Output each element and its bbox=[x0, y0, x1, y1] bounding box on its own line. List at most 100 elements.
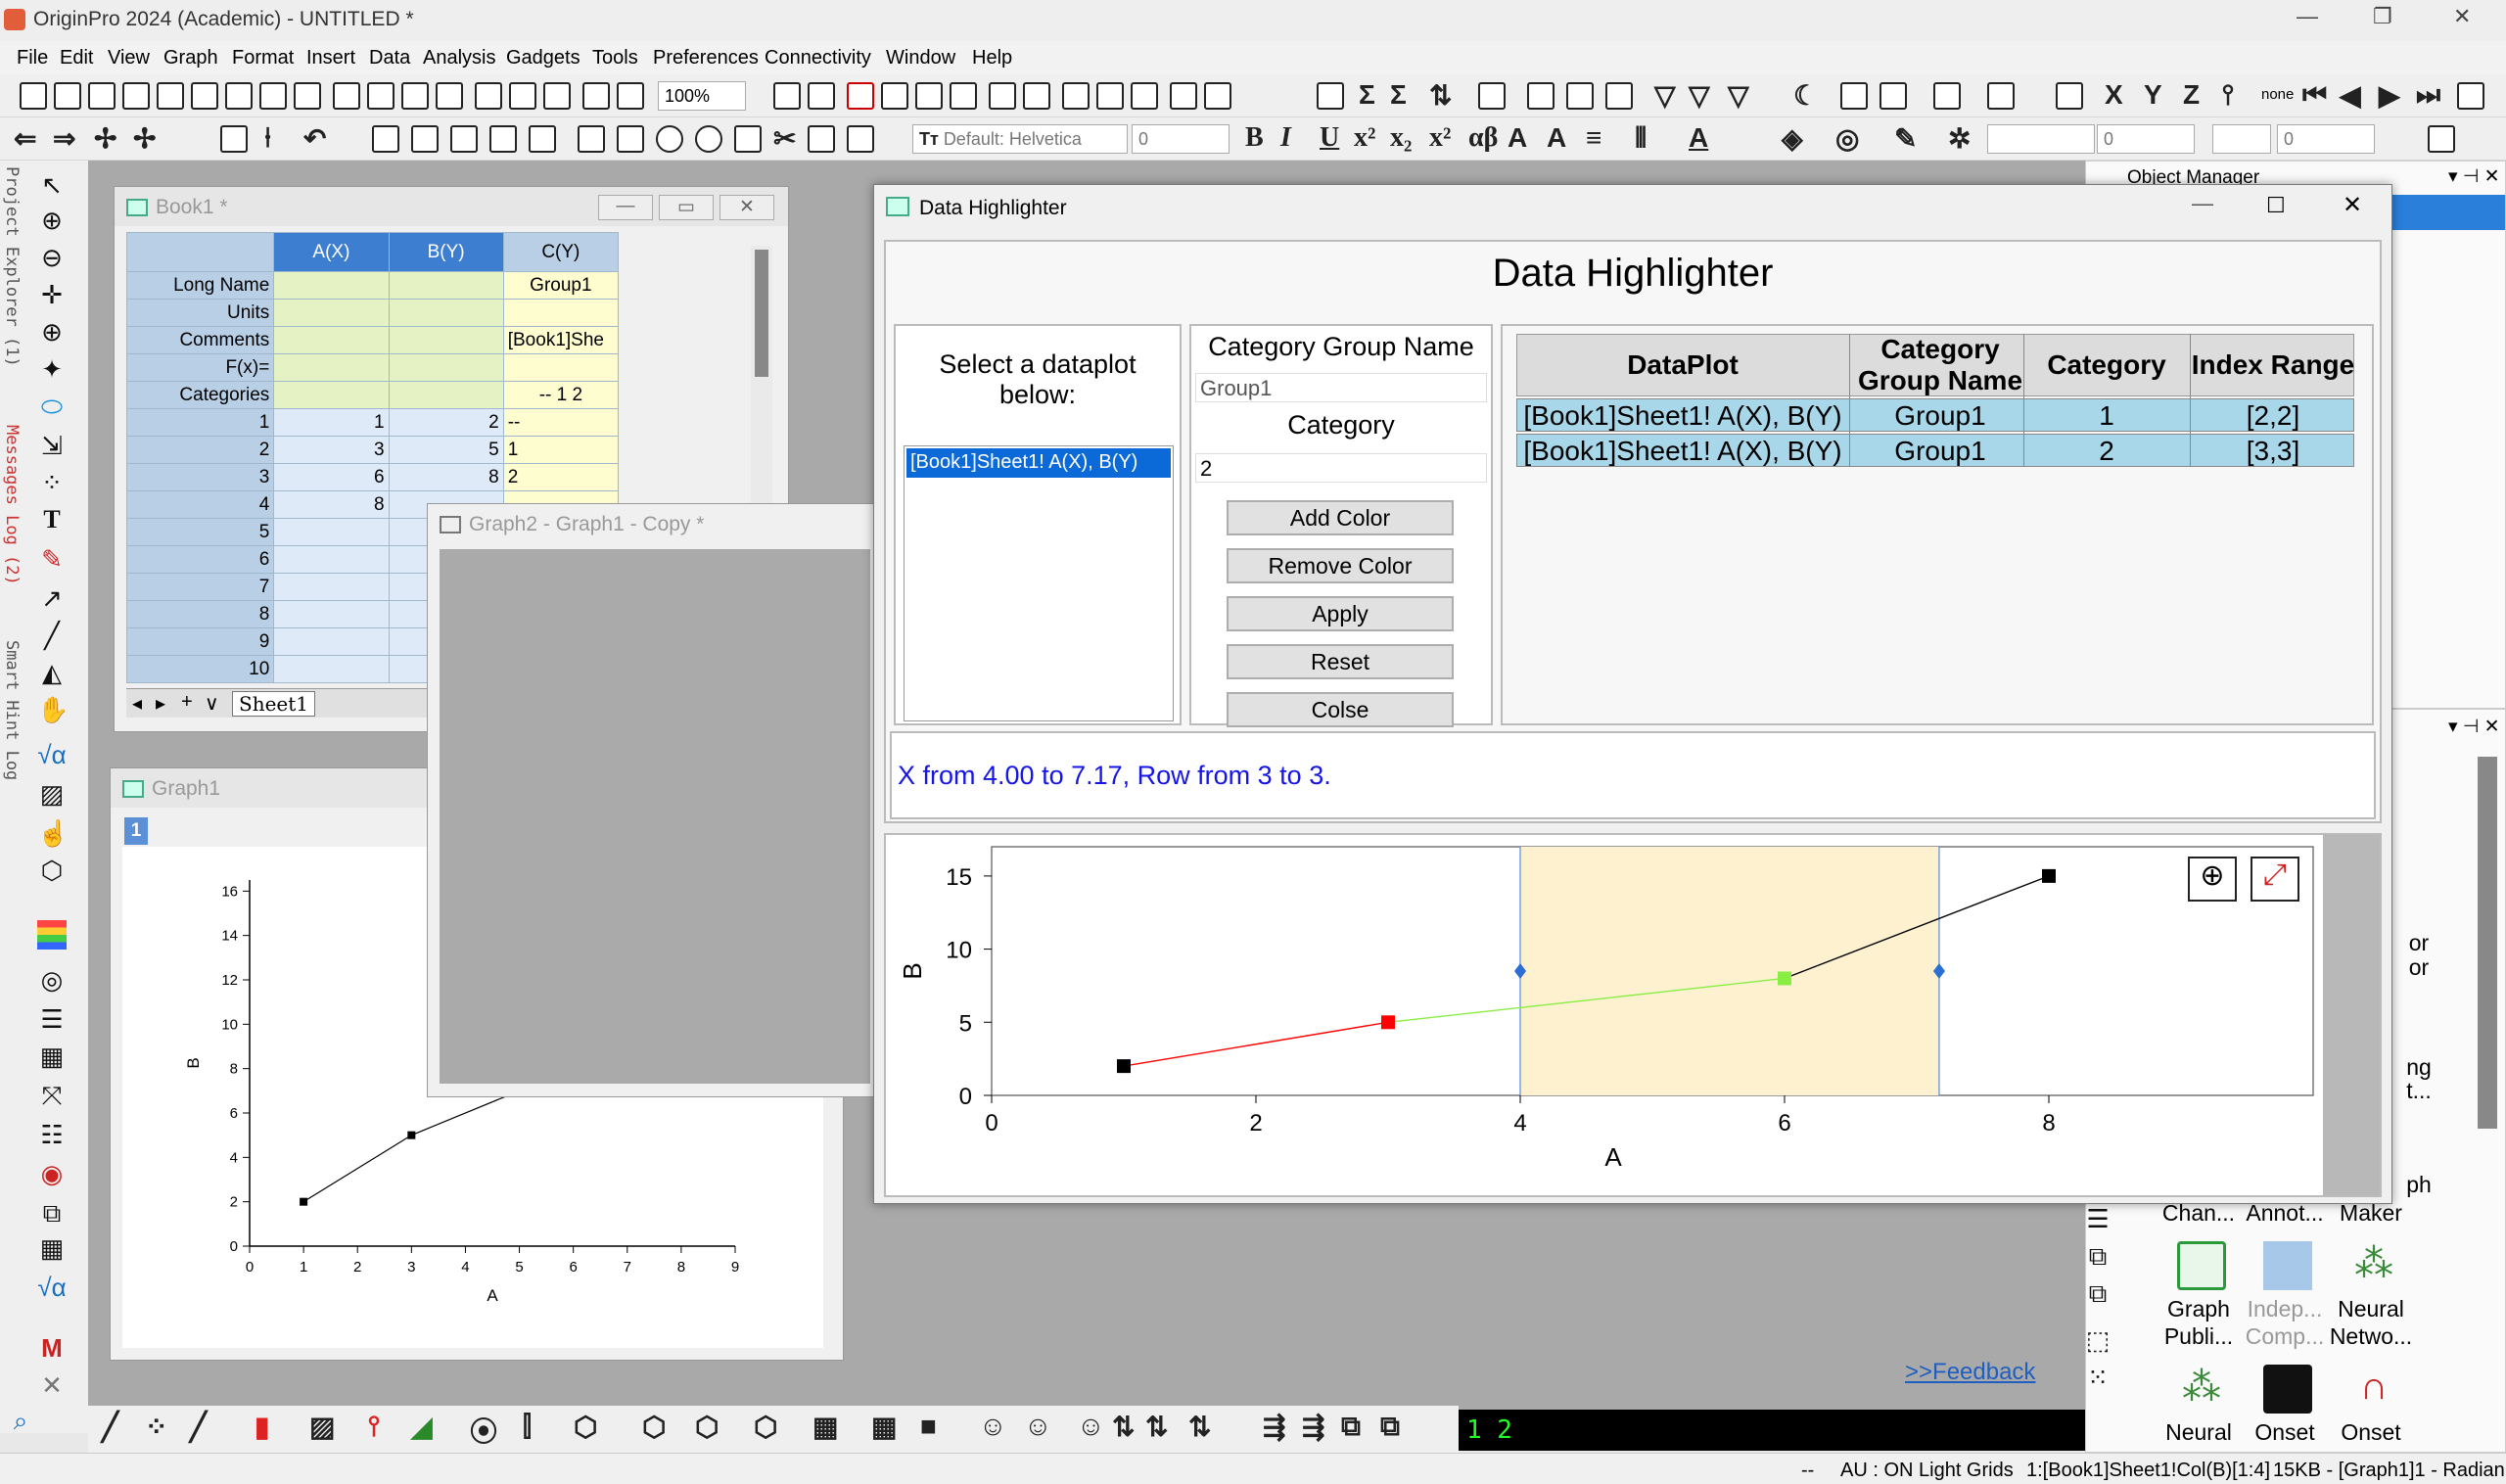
paste-icon[interactable] bbox=[847, 125, 874, 153]
search-icon[interactable]: ⌕ bbox=[6, 1406, 35, 1435]
sheet-tab-sheet1[interactable]: Sheet1 bbox=[232, 691, 316, 717]
last-page-icon[interactable]: ⏭ bbox=[2416, 79, 2440, 112]
increase-font-icon[interactable]: A bbox=[1508, 122, 1527, 154]
flow-tool-icon[interactable]: ⧉ bbox=[2083, 1241, 2112, 1271]
supsub-icon[interactable]: x² bbox=[1429, 122, 1451, 154]
layers-tool-icon[interactable]: ⧉ bbox=[37, 1198, 67, 1228]
font-select[interactable]: Tт Default: Helvetica bbox=[912, 124, 1128, 154]
image-plot-icon[interactable]: ■ bbox=[920, 1411, 937, 1442]
3d-surface-icon[interactable]: ⬡ bbox=[695, 1411, 719, 1443]
close-icon[interactable]: ✕ bbox=[2453, 4, 2471, 29]
pin-icon[interactable]: ⍿ bbox=[264, 122, 271, 155]
zoom-in-icon[interactable]: ⊕ bbox=[37, 206, 67, 235]
color-bars-icon[interactable] bbox=[37, 920, 67, 950]
first-page-icon[interactable]: ⏮ bbox=[2302, 79, 2327, 112]
comments-c[interactable]: [Book1]She bbox=[502, 326, 620, 354]
app-partial-label[interactable]: t... bbox=[2399, 1078, 2438, 1104]
longname-c[interactable]: Group1 bbox=[502, 271, 620, 300]
text-tool-icon[interactable]: T bbox=[37, 505, 67, 534]
add-sheet-icon[interactable]: + bbox=[181, 691, 193, 714]
stop-icon[interactable] bbox=[509, 82, 536, 110]
sqrt2-icon[interactable]: √α bbox=[37, 1273, 67, 1302]
app-partial-label[interactable]: or bbox=[2399, 954, 2438, 981]
layer-indicator[interactable]: 1 bbox=[124, 817, 148, 845]
dark-mode-icon[interactable]: ☾ bbox=[1793, 79, 1818, 112]
remove-color-button[interactable]: Remove Color bbox=[1227, 548, 1454, 583]
page-settings-icon[interactable] bbox=[2457, 82, 2484, 110]
print-preview-icon[interactable] bbox=[808, 82, 835, 110]
app-label[interactable]: Neural bbox=[2322, 1296, 2420, 1322]
filter-add-icon[interactable]: ▽ bbox=[1689, 79, 1710, 112]
data-reader-icon[interactable]: ⊕ bbox=[37, 317, 67, 347]
align-tool-icon[interactable]: ☰ bbox=[2083, 1204, 2112, 1233]
set-values-icon[interactable] bbox=[1478, 82, 1506, 110]
undo-icon[interactable]: ⇐ bbox=[14, 122, 36, 155]
add-row-icon[interactable] bbox=[411, 125, 439, 153]
menu-help[interactable]: Help bbox=[972, 47, 1012, 70]
bring-front-icon[interactable]: ⇶ bbox=[1263, 1411, 1285, 1443]
rescale-axes-icon[interactable]: ⤢ bbox=[2251, 857, 2299, 902]
print-icon[interactable] bbox=[773, 82, 801, 110]
cell[interactable]: -- bbox=[502, 408, 620, 437]
grid-icon[interactable] bbox=[489, 125, 517, 153]
resize-page-icon[interactable] bbox=[734, 125, 762, 153]
ungroup-icon[interactable]: ⧉ bbox=[1380, 1411, 1400, 1443]
app-label[interactable]: Indep... bbox=[2236, 1296, 2334, 1322]
onset-dark-icon[interactable] bbox=[2263, 1365, 2312, 1414]
scatter-plot-icon[interactable]: ⁘ bbox=[145, 1411, 167, 1443]
line-color-icon[interactable]: ✎ bbox=[1894, 122, 1917, 155]
copy-data-icon[interactable] bbox=[808, 125, 835, 153]
neural-network-icon[interactable]: ⁂ bbox=[2349, 1241, 2398, 1290]
save-icon[interactable] bbox=[333, 82, 360, 110]
arrange-icon[interactable] bbox=[2428, 125, 2455, 153]
greek-icon[interactable]: αβ bbox=[1468, 122, 1498, 154]
rescale-icon[interactable] bbox=[220, 125, 248, 153]
apps-scrollbar[interactable] bbox=[2478, 757, 2497, 1129]
dataplot-list[interactable]: [Book1]Sheet1! A(X), B(Y) bbox=[904, 445, 1174, 721]
book1-close-icon[interactable]: ✕ bbox=[719, 195, 774, 220]
brightness-icon[interactable]: ✲ bbox=[1948, 122, 1971, 155]
categories-c[interactable]: -- 1 2 bbox=[502, 381, 620, 409]
table-tool-icon[interactable]: ▦ bbox=[37, 1233, 67, 1263]
menu-graph[interactable]: Graph bbox=[163, 47, 218, 70]
minimize-icon[interactable]: — bbox=[2297, 4, 2318, 29]
zoom-out-icon[interactable]: ⊖ bbox=[37, 243, 67, 272]
corner-cell[interactable] bbox=[125, 232, 275, 272]
graph2-title[interactable]: Graph2 - Graph1 - Copy * bbox=[428, 504, 886, 543]
apps-pin-icon[interactable]: ▾ ⊣ ✕ bbox=[2448, 716, 2500, 738]
apps-icon[interactable] bbox=[1204, 82, 1231, 110]
bar-chart-icon[interactable] bbox=[1527, 82, 1555, 110]
cell[interactable]: 2 bbox=[502, 463, 620, 491]
prev-page-icon[interactable]: ◀ bbox=[2340, 79, 2361, 112]
none-label[interactable]: none bbox=[2261, 86, 2294, 103]
book1-minimize-icon[interactable]: — bbox=[598, 195, 653, 220]
font-color-icon[interactable]: A bbox=[1689, 122, 1708, 154]
sheet-prev-icon[interactable]: ◂ bbox=[132, 691, 142, 716]
menu-file[interactable]: File bbox=[17, 47, 48, 70]
dots-tool-icon[interactable]: ⁙ bbox=[2083, 1363, 2112, 1392]
rotate-icon[interactable]: ↶ bbox=[303, 122, 326, 155]
underline-icon[interactable]: U bbox=[1320, 122, 1339, 154]
zoom-select[interactable]: 100% bbox=[658, 81, 746, 111]
symbol-select[interactable] bbox=[2212, 124, 2271, 154]
graph-browser-icon[interactable] bbox=[1023, 82, 1050, 110]
menu-insert[interactable]: Insert bbox=[306, 47, 355, 70]
command-window-icon[interactable] bbox=[1062, 82, 1090, 110]
sheet-next-icon[interactable]: ▸ bbox=[156, 691, 165, 716]
dialog-close-icon[interactable]: ✕ bbox=[2343, 191, 2362, 219]
menu-gadgets[interactable]: Gadgets bbox=[506, 47, 580, 70]
app-partial-label[interactable]: ng bbox=[2399, 1054, 2438, 1081]
globe-icon[interactable] bbox=[656, 125, 683, 153]
arrow-tool-icon[interactable]: ↗ bbox=[37, 583, 67, 613]
menu-data[interactable]: Data bbox=[369, 47, 410, 70]
data-connector-icon[interactable] bbox=[1933, 82, 1961, 110]
gauge-icon[interactable]: ◉ bbox=[37, 1159, 67, 1188]
terminal-icon[interactable] bbox=[1170, 82, 1197, 110]
send-back-icon[interactable]: ⇶ bbox=[1302, 1411, 1324, 1443]
hand-icon[interactable]: ✋ bbox=[37, 695, 69, 724]
font-size-select[interactable]: 0 bbox=[1132, 124, 1230, 154]
pattern-icon[interactable]: ◎ bbox=[1835, 122, 1859, 155]
cell[interactable]: 8 bbox=[273, 490, 390, 519]
pointer-icon[interactable]: ↖ bbox=[37, 170, 67, 200]
cell[interactable]: 1 bbox=[273, 408, 390, 437]
